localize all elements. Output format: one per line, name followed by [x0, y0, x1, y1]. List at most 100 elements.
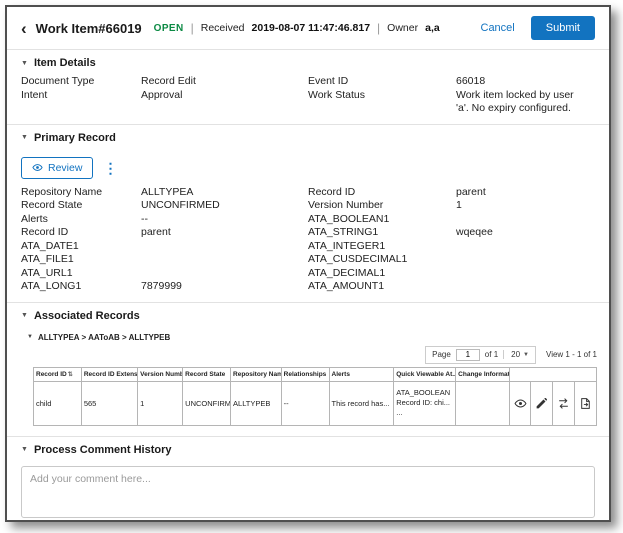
back-icon[interactable]: ‹ — [21, 20, 27, 37]
section-associated-records: ▼ Associated Records ▼ ALLTYPEA > AAToAB… — [7, 302, 609, 436]
section-process-comment-history: ▼ Process Comment History — [7, 436, 609, 523]
field-row: Record StateUNCONFIRMED — [21, 199, 308, 213]
field-value: Work item locked by user 'a'. No expiry … — [456, 89, 595, 116]
column-header-record-id[interactable]: Record ID⇅ — [34, 367, 82, 381]
section-header-associated-records[interactable]: ▼ Associated Records — [7, 303, 609, 327]
field-row: Record IDparent — [308, 186, 595, 200]
field-label: Intent — [21, 89, 141, 103]
fields-left-column: Document Type Record Edit Intent Approva… — [21, 75, 308, 116]
field-value: Record Edit — [141, 75, 308, 89]
field-value: -- — [141, 213, 308, 227]
submit-button[interactable]: Submit — [531, 16, 595, 40]
cell-repository-name: ALLTYPEB — [231, 381, 282, 425]
field-row: Record IDparent — [21, 226, 308, 240]
fields-right-column: Event ID 66018 Work Status Work item loc… — [308, 75, 595, 116]
transfer-arrows-icon — [557, 397, 570, 410]
cell-quick-viewable: ATA_BOOLEAN Record ID: chi... ... — [394, 381, 456, 425]
field-label: Work Status — [308, 89, 456, 116]
edit-record-button[interactable] — [531, 381, 553, 425]
field-row: Intent Approval — [21, 89, 308, 103]
cancel-button[interactable]: Cancel — [481, 22, 515, 34]
field-label: ATA_CUSDECIMAL1 — [308, 253, 456, 267]
collapse-icon[interactable]: ▼ — [27, 334, 33, 340]
comment-area — [7, 461, 609, 523]
page-of-label: of 1 — [485, 350, 498, 359]
field-row: ATA_LONG17879999 — [21, 280, 308, 294]
cell-version-number: 1 — [138, 381, 183, 425]
field-row: Repository NameALLTYPEA — [21, 186, 308, 200]
field-label: ATA_DATE1 — [21, 240, 141, 254]
chevron-down-icon: ▼ — [523, 352, 529, 358]
column-header-repository-name[interactable]: Repository Name — [231, 367, 282, 381]
field-row: ATA_BOOLEAN1 — [308, 213, 595, 227]
page-size-value: 20 — [511, 350, 520, 359]
associated-records-grid: Page of 1 20 ▼ View 1 - 1 of 1 — [7, 345, 609, 436]
primary-record-fields: Repository NameALLTYPEA Record StateUNCO… — [7, 185, 609, 302]
field-label: ATA_AMOUNT1 — [308, 280, 456, 294]
field-row: ATA_STRING1wqeqee — [308, 226, 595, 240]
section-header-item-details[interactable]: ▼ Item Details — [7, 50, 609, 74]
export-record-button[interactable] — [575, 381, 597, 425]
field-row: Document Type Record Edit — [21, 75, 308, 89]
field-row: Event ID 66018 — [308, 75, 595, 89]
cell-record-id-extension: 565 — [81, 381, 137, 425]
field-row: ATA_AMOUNT1 — [308, 280, 595, 294]
field-row: ATA_DATE1 — [21, 240, 308, 254]
received-label: Received — [201, 22, 245, 34]
field-label: ATA_STRING1 — [308, 226, 456, 240]
column-header-quick-viewable[interactable]: Quick Viewable At... — [394, 367, 456, 381]
fields-right-column: Record IDparent Version Number1 ATA_BOOL… — [308, 186, 595, 294]
quick-viewable-line: Record ID: chi... — [396, 398, 453, 408]
header: ‹ Work Item#66019 OPEN | Received 2019-0… — [7, 7, 609, 49]
separator: | — [377, 21, 380, 35]
section-header-primary-record[interactable]: ▼ Primary Record — [7, 125, 609, 149]
section-title: Associated Records — [34, 310, 140, 322]
column-header-version-number[interactable]: Version Number — [138, 367, 183, 381]
review-button-label: Review — [48, 162, 82, 174]
field-value: Approval — [141, 89, 308, 103]
field-value: parent — [141, 226, 308, 240]
cell-change-information — [456, 381, 509, 425]
field-value: 7879999 — [141, 280, 308, 294]
table-row[interactable]: child 565 1 UNCONFIRMED ALLTYPEB -- This… — [34, 381, 597, 425]
cell-record-id: child — [34, 381, 82, 425]
primary-record-toolbar: Review ⋮ — [7, 149, 609, 185]
review-button[interactable]: Review — [21, 157, 93, 179]
cell-record-state: UNCONFIRMED — [183, 381, 231, 425]
page-size-select[interactable]: 20 ▼ — [503, 350, 529, 359]
more-options-icon[interactable]: ⋮ — [103, 161, 117, 175]
column-header-change-information[interactable]: Change Informatio... — [456, 367, 509, 381]
status-badge: OPEN — [154, 23, 184, 34]
work-item-window: ‹ Work Item#66019 OPEN | Received 2019-0… — [5, 5, 611, 522]
relationships-button[interactable] — [553, 381, 575, 425]
export-document-icon — [579, 397, 592, 410]
field-row: Work Status Work item locked by user 'a'… — [308, 89, 595, 116]
comment-input[interactable] — [21, 466, 595, 518]
field-row: ATA_URL1 — [21, 267, 308, 281]
column-header-relationships[interactable]: Relationships — [281, 367, 329, 381]
sort-icon[interactable]: ⇅ — [68, 372, 73, 378]
collapse-icon: ▼ — [21, 134, 28, 141]
field-value — [141, 253, 308, 267]
view-record-button[interactable] — [509, 381, 531, 425]
column-header-alerts[interactable]: Alerts — [329, 367, 394, 381]
column-header-record-state[interactable]: Record State — [183, 367, 231, 381]
page-title: Work Item#66019 — [36, 21, 142, 36]
section-header-process-comment-history[interactable]: ▼ Process Comment History — [7, 437, 609, 461]
field-row: ATA_DECIMAL1 — [308, 267, 595, 281]
collapse-icon: ▼ — [21, 60, 28, 67]
field-value — [141, 267, 308, 281]
field-label: ATA_DECIMAL1 — [308, 267, 456, 281]
grid-pager: Page of 1 20 ▼ View 1 - 1 of 1 — [33, 345, 597, 367]
item-details-fields: Document Type Record Edit Intent Approva… — [7, 74, 609, 124]
column-header-record-id-extension[interactable]: Record ID Extensio... — [81, 367, 137, 381]
section-item-details: ▼ Item Details Document Type Record Edit… — [7, 49, 609, 124]
field-row: Alerts-- — [21, 213, 308, 227]
field-value — [456, 253, 595, 267]
field-label: ATA_LONG1 — [21, 280, 141, 294]
section-title: Item Details — [34, 57, 96, 69]
field-value — [456, 240, 595, 254]
field-label: ATA_INTEGER1 — [308, 240, 456, 254]
view-range-label: View 1 - 1 of 1 — [546, 350, 597, 359]
page-number-input[interactable] — [456, 349, 480, 361]
